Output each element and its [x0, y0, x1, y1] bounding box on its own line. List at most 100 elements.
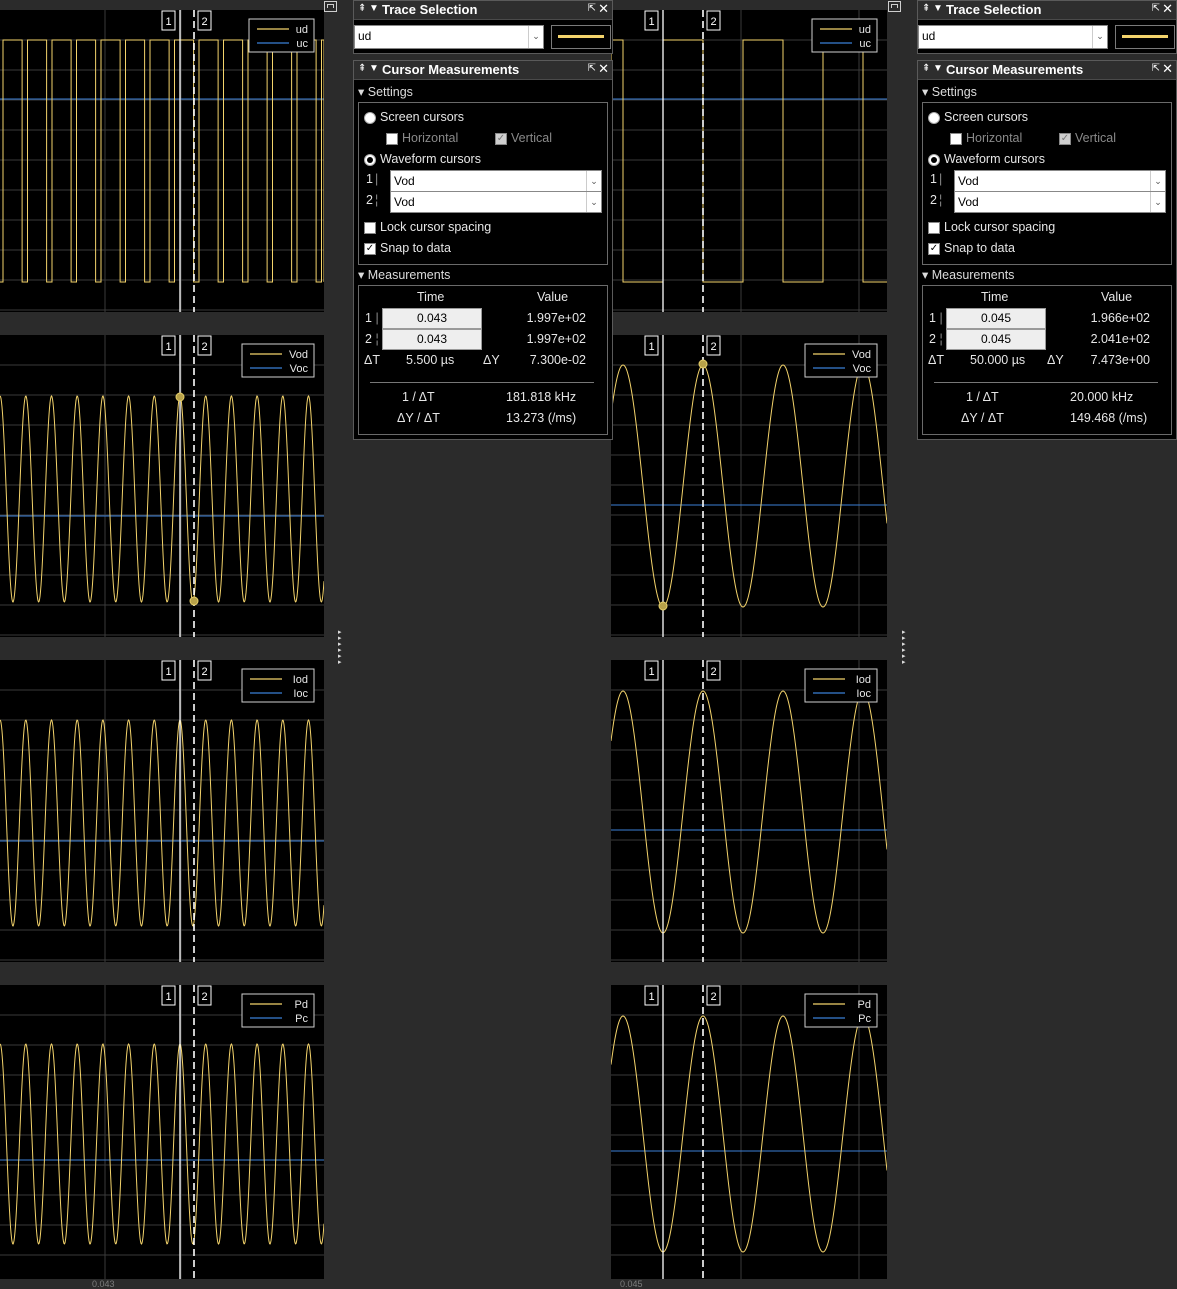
- lock-spacing-label: Lock cursor spacing: [380, 220, 492, 234]
- chevron-down-icon: ⌄: [528, 26, 543, 48]
- legend-label: Pc: [858, 1013, 871, 1025]
- undock-icon[interactable]: ⇱: [588, 3, 596, 14]
- right-plot-pwm[interactable]: 1 2 ud uc: [611, 10, 887, 312]
- slope-label: ΔY / ΔT: [961, 411, 1004, 425]
- cursor2-time-field[interactable]: 0.045: [946, 329, 1046, 350]
- close-icon[interactable]: ✕: [1162, 1, 1173, 17]
- delta-t-value: 50.000 µs: [970, 353, 1026, 367]
- legend-label: Voc: [853, 363, 872, 375]
- value-column-header: Value: [537, 290, 569, 304]
- legend-label: Ioc: [856, 688, 871, 700]
- trace-ud: [611, 39, 887, 283]
- cursor-2-tag-label: 2: [710, 16, 716, 28]
- time-column-header: Time: [981, 290, 1009, 304]
- legend-label: Iod: [856, 674, 871, 686]
- screen-cursors-radio[interactable]: [928, 112, 940, 124]
- close-icon[interactable]: ✕: [1162, 61, 1173, 77]
- horizontal-checkbox[interactable]: [950, 133, 962, 145]
- legend-label: ud: [296, 24, 308, 36]
- cursor-2-tag-label: 2: [201, 16, 207, 28]
- legend-label: Pd: [295, 999, 308, 1011]
- chevron-down-icon: ⌄: [586, 192, 601, 212]
- cursor2-signal-dropdown[interactable]: Vod ⌄: [390, 191, 602, 213]
- measurements-section-toggle[interactable]: ▾ Measurements: [922, 267, 1014, 282]
- lock-spacing-label: Lock cursor spacing: [944, 220, 1056, 234]
- lock-spacing-checkbox[interactable]: [928, 222, 940, 234]
- cursor-1-tag-label: 1: [648, 16, 654, 28]
- inverse-delta-t-label: 1 / ΔT: [966, 390, 999, 404]
- right-plot-power[interactable]: 1 2 Pd Pc: [611, 985, 887, 1279]
- delta-t-label: ΔT: [364, 353, 380, 367]
- trace-primary: [0, 395, 324, 603]
- right-plot-voltage[interactable]: 1 2 Vod Voc: [611, 335, 887, 637]
- slope-label: ΔY / ΔT: [397, 411, 440, 425]
- row2-label: 2 ¦: [365, 332, 379, 346]
- cursor1-signal-dropdown[interactable]: Vod ⌄: [390, 170, 602, 192]
- trace-select-dropdown[interactable]: ud ⌄: [918, 25, 1108, 49]
- legend-label: uc: [296, 38, 308, 50]
- collapse-triangle-icon[interactable]: ▼: [933, 63, 943, 74]
- undock-icon[interactable]: ⇱: [1152, 3, 1160, 14]
- trace-primary: [611, 690, 887, 934]
- left-plot-current[interactable]: 1 2 Iod Ioc: [0, 660, 324, 962]
- screen-cursors-radio[interactable]: [364, 112, 376, 124]
- waveform-cursors-radio[interactable]: [364, 154, 376, 166]
- snap-to-data-checkbox[interactable]: ✓: [364, 243, 376, 255]
- cursor-data-marker: [175, 392, 185, 402]
- cursor-measurements-panel: ⇞ ▼ Cursor Measurements ⇱ ✕ ▾ Settings S…: [917, 60, 1177, 440]
- right-plot-current[interactable]: 1 2 Iod Ioc: [611, 660, 887, 962]
- pin-icon[interactable]: ⇞: [922, 63, 930, 74]
- pin-icon[interactable]: ⇞: [358, 63, 366, 74]
- waveform-cursors-radio[interactable]: [928, 154, 940, 166]
- panel-title: Cursor Measurements: [382, 62, 520, 77]
- collapse-triangle-icon[interactable]: ▼: [933, 3, 943, 14]
- pin-icon[interactable]: ⇞: [922, 3, 930, 14]
- trace-color-swatch[interactable]: [1115, 25, 1175, 49]
- close-icon[interactable]: ✕: [598, 61, 609, 77]
- slope-value: 13.273 (/ms): [506, 411, 577, 425]
- trace-select-dropdown[interactable]: ud ⌄: [354, 25, 544, 49]
- right-undock-button[interactable]: [888, 1, 901, 12]
- cursor1-time-field[interactable]: 0.045: [946, 308, 1046, 329]
- measurements-section-toggle[interactable]: ▾ Measurements: [358, 267, 450, 282]
- cursor1-signal-value: Vod: [394, 174, 415, 188]
- close-icon[interactable]: ✕: [598, 1, 609, 17]
- settings-section-toggle[interactable]: ▾ Settings: [922, 84, 977, 99]
- cursor-2-tag-label: 2: [201, 666, 207, 678]
- left-plot-pwm[interactable]: 1 2 ud uc: [0, 10, 324, 312]
- delta-t-label: ΔT: [928, 353, 944, 367]
- cursor1-signal-dropdown[interactable]: Vod ⌄: [954, 170, 1166, 192]
- chevron-down-icon: ⌄: [1150, 192, 1165, 212]
- cursor1-label: 1: [930, 172, 937, 186]
- collapse-triangle-icon[interactable]: ▼: [369, 63, 379, 74]
- trace-color-swatch[interactable]: [551, 25, 611, 49]
- inverse-delta-t-value: 181.818 kHz: [506, 390, 577, 404]
- cursor2-signal-dropdown[interactable]: Vod ⌄: [954, 191, 1166, 213]
- undock-icon[interactable]: ⇱: [1152, 63, 1160, 74]
- snap-to-data-checkbox[interactable]: ✓: [928, 243, 940, 255]
- vertical-checkbox[interactable]: ✓: [495, 133, 507, 145]
- left-undock-button[interactable]: [324, 1, 337, 12]
- panel-title: Trace Selection: [946, 2, 1042, 17]
- cursor2-signal-value: Vod: [394, 195, 415, 209]
- cursor1-solid-icon: |: [375, 172, 379, 186]
- settings-label: Settings: [367, 85, 413, 99]
- pin-icon[interactable]: ⇞: [358, 3, 366, 14]
- right-collapse-arrows-icon[interactable]: ▸ ▸ ▸ ▸ ▸ ▸: [902, 629, 908, 666]
- cursor2-time-field[interactable]: 0.043: [382, 329, 482, 350]
- left-plot-voltage[interactable]: 1 2 Vod Voc: [0, 335, 324, 637]
- left-collapse-arrows-icon[interactable]: ▸ ▸ ▸ ▸ ▸ ▸: [338, 629, 344, 666]
- cursor1-time-field[interactable]: 0.043: [382, 308, 482, 329]
- cursor1-label: 1: [366, 172, 373, 186]
- lock-spacing-checkbox[interactable]: [364, 222, 376, 234]
- trace-selection-panel: ⇞ ▼ Trace Selection ⇱ ✕ ud ⌄: [917, 0, 1177, 54]
- vertical-checkbox[interactable]: ✓: [1059, 133, 1071, 145]
- horizontal-checkbox[interactable]: [386, 133, 398, 145]
- left-plot-power[interactable]: 1 2 Pd Pc: [0, 985, 324, 1279]
- undock-icon[interactable]: ⇱: [588, 63, 596, 74]
- settings-section-toggle[interactable]: ▾ Settings: [358, 84, 413, 99]
- collapse-triangle-icon[interactable]: ▼: [369, 3, 379, 14]
- legend-label: uc: [859, 38, 871, 50]
- delta-t-value: 5.500 µs: [406, 353, 455, 367]
- settings-label: Settings: [931, 85, 977, 99]
